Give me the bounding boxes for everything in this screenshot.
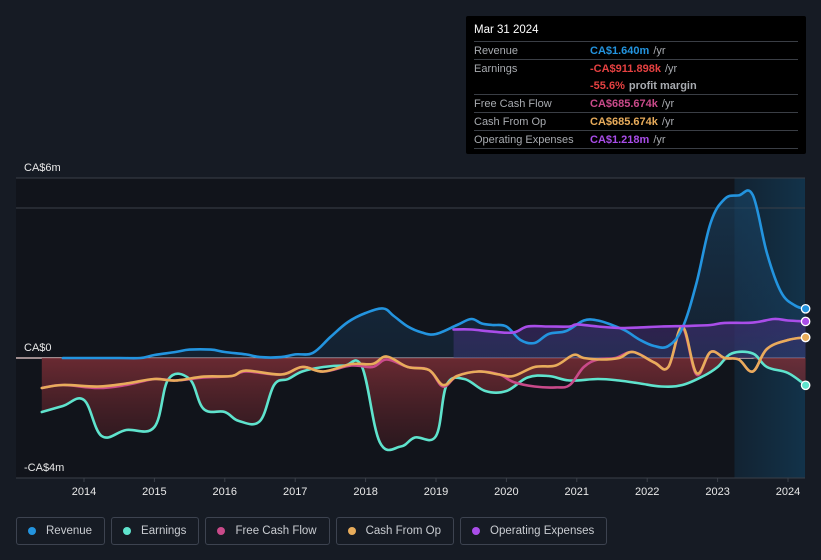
tooltip: Mar 31 2024 Revenue CA$1.640m /yr Earnin… (466, 16, 806, 154)
x-tick-label: 2023 (705, 486, 729, 498)
legend-item-free-cash-flow[interactable]: Free Cash Flow (205, 517, 330, 545)
revenue-dot-icon (28, 527, 36, 535)
revenue-end-marker (800, 303, 811, 314)
tooltip-value: CA$685.674k (590, 115, 658, 128)
operating-expenses-dot-icon (472, 527, 481, 535)
tooltip-unit: /yr (653, 44, 666, 57)
x-tick-label: 2024 (776, 486, 800, 498)
tooltip-row-free-cash-flow: Free Cash Flow CA$685.674k /yr (474, 95, 798, 113)
x-tick-label: 2014 (72, 486, 96, 498)
y-tick-label: CA$6m (24, 162, 61, 174)
legend-label: Operating Expenses (490, 525, 595, 537)
tooltip-unit: /yr (661, 115, 675, 128)
legend-item-operating-expenses[interactable]: Operating Expenses (460, 517, 608, 545)
tooltip-unit: /yr (661, 97, 675, 110)
y-tick-label: -CA$4m (24, 462, 64, 474)
x-tick-label: 2021 (565, 486, 589, 498)
x-axis: 2014 2015 2016 2017 2018 2019 2020 2021 2022 2023… (72, 478, 800, 498)
legend-item-earnings[interactable]: Earnings (111, 517, 200, 545)
x-tick-label: 2017 (283, 486, 307, 498)
legend-label: Cash From Op (365, 525, 442, 537)
tooltip-value: CA$1.218m (590, 133, 650, 146)
legend: Revenue Earnings Free Cash Flow Cash Fro… (16, 517, 608, 545)
tooltip-row-revenue: Revenue CA$1.640m /yr (474, 42, 798, 60)
tooltip-row-earnings: Earnings -CA$911.898k /yr (474, 60, 798, 77)
legend-label: Free Cash Flow (235, 525, 317, 537)
tooltip-date: Mar 31 2024 (474, 24, 798, 42)
tooltip-row-profit-margin: -55.6% profit margin (474, 77, 798, 95)
legend-item-cash-from-op[interactable]: Cash From Op (335, 517, 455, 545)
operating-expenses-end-marker (800, 316, 811, 327)
x-tick-label: 2022 (635, 486, 659, 498)
tooltip-value: -55.6% (590, 79, 625, 92)
tooltip-value: -CA$911.898k (590, 62, 661, 75)
tooltip-unit: profit margin (628, 79, 697, 92)
x-tick-label: 2018 (353, 486, 377, 498)
tooltip-label: Free Cash Flow (474, 97, 552, 110)
tooltip-value: CA$685.674k (590, 97, 658, 110)
tooltip-row-cash-from-op: Cash From Op CA$685.674k /yr (474, 113, 798, 131)
tooltip-label: Earnings (474, 62, 518, 75)
earnings-dot-icon (123, 527, 132, 535)
legend-label: Revenue (46, 525, 93, 537)
tooltip-label: Cash From Op (474, 115, 547, 128)
tooltip-label: Revenue (474, 44, 519, 57)
x-tick-label: 2020 (494, 486, 518, 498)
x-tick-label: 2019 (424, 486, 448, 498)
legend-item-revenue[interactable]: Revenue (16, 517, 106, 545)
free-cash-flow-dot-icon (217, 527, 226, 535)
cash-from-op-end-marker (800, 332, 811, 343)
earnings-end-marker (800, 380, 811, 391)
y-tick-label: CA$0 (24, 342, 52, 354)
cash-from-op-dot-icon (347, 527, 356, 535)
legend-label: Earnings (141, 525, 187, 537)
tooltip-value: CA$1.640m (590, 44, 650, 57)
x-tick-label: 2015 (142, 486, 166, 498)
tooltip-row-operating-expenses: Operating Expenses CA$1.218m /yr (474, 131, 798, 149)
tooltip-unit: /yr (653, 133, 666, 146)
tooltip-unit: /yr (664, 62, 678, 75)
tooltip-label: Operating Expenses (474, 133, 574, 146)
x-tick-label: 2016 (213, 486, 237, 498)
